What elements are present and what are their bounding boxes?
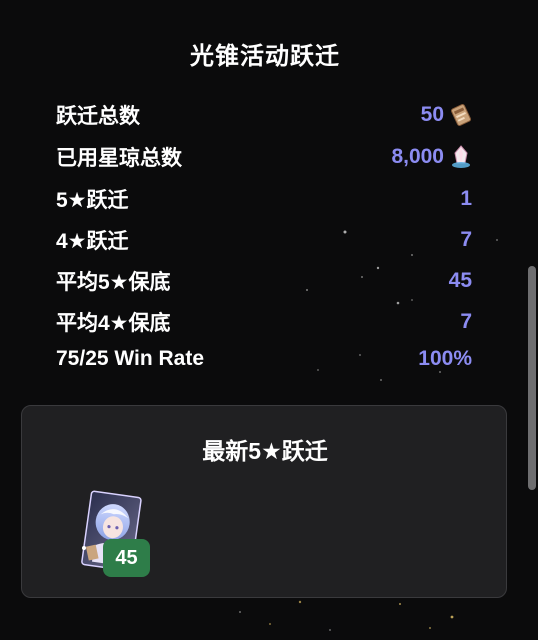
latest-5star-card: 最新5★跃迁 45 [21, 405, 507, 598]
stat-row-total-warps: 跃迁总数 50 [56, 98, 472, 132]
stat-label: 已用星琼总数 [56, 147, 182, 170]
stat-label: 平均4★保底 [56, 312, 171, 335]
stat-label: 5★跃迁 [56, 189, 129, 212]
stat-row-avg-4star-pity: 平均4★保底 7 [56, 305, 472, 339]
stat-row-avg-5star-pity: 平均5★保底 45 [56, 264, 472, 298]
stellar-jade-icon [450, 145, 472, 169]
stat-row-win-rate: 75/25 Win Rate 100% [56, 342, 472, 376]
stat-label: 75/25 Win Rate [56, 347, 205, 370]
stat-row-jade-used: 已用星琼总数 8,000 [56, 140, 472, 174]
stat-value-text: 50 [420, 103, 444, 126]
stat-label: 跃迁总数 [56, 105, 140, 128]
stat-value: 100% [418, 347, 472, 370]
pity-badge: 45 [103, 539, 150, 577]
pass-ticket-icon [450, 103, 472, 127]
stat-value-text: 8,000 [391, 145, 444, 168]
stat-value: 1 [460, 187, 472, 210]
stat-value: 50 [421, 103, 472, 127]
stat-value: 45 [448, 269, 472, 292]
card-title: 最新5★跃迁 [202, 438, 328, 464]
scrollbar[interactable] [528, 266, 536, 490]
stat-value: 8,000 [391, 145, 472, 169]
stat-value: 7 [460, 310, 472, 333]
stat-label: 4★跃迁 [56, 230, 129, 253]
stat-row-4star-warps: 4★跃迁 7 [56, 223, 472, 257]
stat-row-5star-warps: 5★跃迁 1 [56, 182, 472, 216]
stat-value: 7 [460, 228, 472, 251]
page-title: 光锥活动跃迁 [190, 43, 340, 70]
stat-label: 平均5★保底 [56, 271, 171, 294]
